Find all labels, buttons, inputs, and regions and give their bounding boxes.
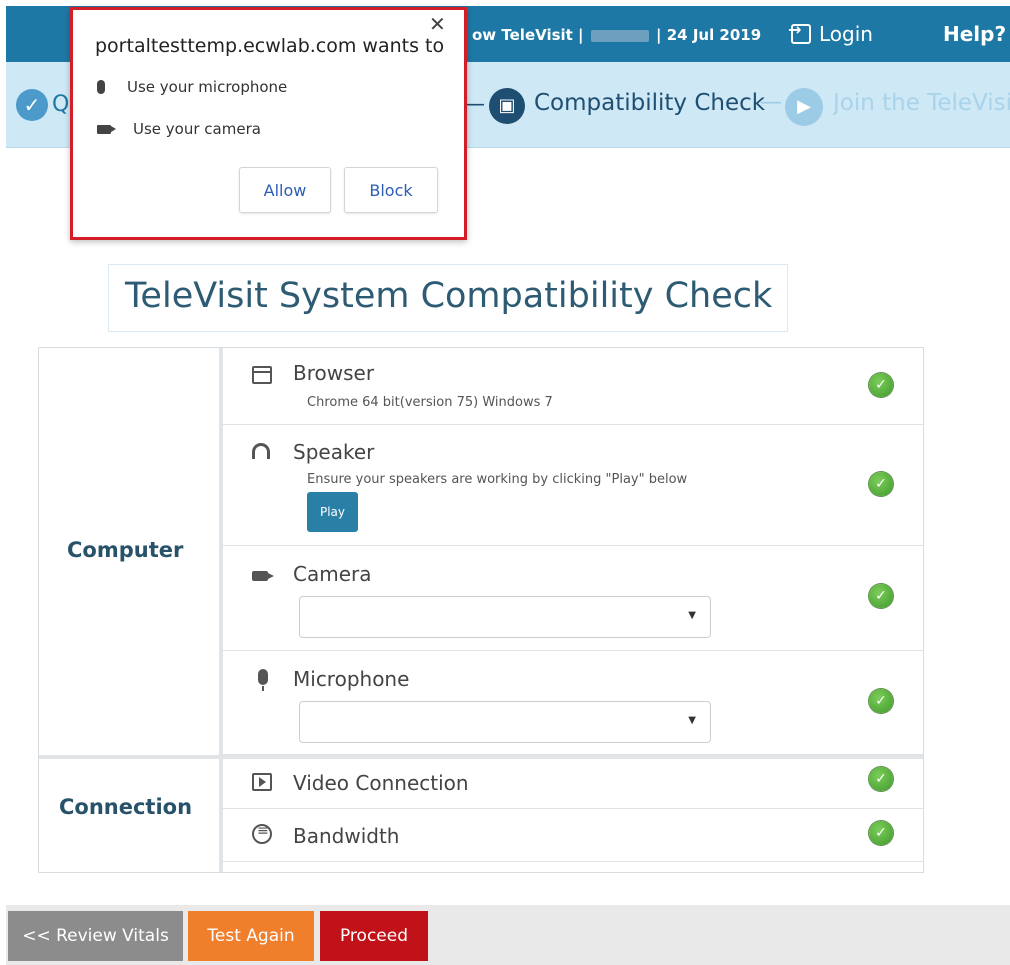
row-name: Microphone [293,667,410,691]
camera-select[interactable]: ▼ [299,596,711,638]
headphones-icon [241,443,270,465]
row-name: Video Connection [293,771,469,795]
permission-label: Use your microphone [127,78,288,96]
visit-date: | 24 Jul 2019 [656,26,762,44]
footer-bar: << Review Vitals Test Again Proceed [6,905,1010,965]
visit-info: ow TeleVisit | | 24 Jul 2019 [472,26,761,44]
login-label: Login [819,22,873,46]
play-button[interactable]: Play [307,492,358,532]
table-row-microphone: Microphone ▼ ✓ [223,651,923,755]
check-status-icon: ✓ [869,689,893,713]
microphone-select[interactable]: ▼ [299,701,711,743]
bandwidth-icon [241,823,272,846]
compatibility-icon: ▣ [489,88,525,124]
login-link[interactable]: Login [788,20,873,46]
row-name: Speaker [293,440,375,464]
visit-prefix: ow TeleVisit | [472,26,584,44]
popup-origin-text: portaltesttemp.ecwlab.com wants to [95,35,445,57]
permission-label: Use your camera [133,120,261,138]
page: ow TeleVisit | | 24 Jul 2019 Login Help?… [0,0,1010,965]
close-icon[interactable]: ✕ [429,12,446,36]
row-description: Ensure your speakers are working by clic… [307,472,688,487]
row-name: Camera [293,562,372,586]
video-chat-icon: ▶ [785,88,823,126]
compatibility-table: Computer Connection Browser Chrome 64 bi… [38,347,924,873]
test-again-button[interactable]: Test Again [188,911,314,961]
table-row-bandwidth: Bandwidth ✓ [223,809,923,862]
browser-icon [241,366,272,388]
step-join-label: Join the TeleVisit [833,90,1010,116]
check-circle-icon: ✓ [16,89,48,121]
camera-icon [97,124,116,134]
redacted-name [590,29,649,42]
check-status-icon: ✓ [869,821,893,845]
step-first-label: Q [52,92,70,117]
page-title: TeleVisit System Compatibility Check [125,276,773,316]
login-icon [788,20,811,44]
check-status-icon: ✓ [869,584,893,608]
row-name: Browser [293,361,375,385]
row-description: Chrome 64 bit(version 75) Windows 7 [307,395,553,410]
row-name: Bandwidth [293,824,400,848]
proceed-button[interactable]: Proceed [320,911,428,961]
check-status-icon: ✓ [869,373,893,397]
group-label-connection: Connection [59,795,193,819]
chevron-down-icon: ▼ [688,610,696,621]
block-button[interactable]: Block [344,167,438,213]
table-row-video-connection: Video Connection ✓ [223,759,923,809]
camera-icon [241,571,274,593]
check-status-icon: ✓ [869,767,893,791]
table-row-camera: Camera ▼ ✓ [223,546,923,651]
table-row-speaker: Speaker Ensure your speakers are working… [223,425,923,546]
table-row-browser: Browser Chrome 64 bit(version 75) Window… [223,348,923,425]
step-compatibility-label: Compatibility Check [534,90,766,116]
group-label-computer: Computer [67,538,184,562]
help-link[interactable]: Help? [943,22,1006,46]
microphone-icon [97,80,105,94]
permission-microphone: Use your microphone [97,78,287,96]
allow-button[interactable]: Allow [239,167,331,213]
microphone-icon [247,669,269,691]
chevron-down-icon: ▼ [688,715,696,726]
step-connector: — [760,90,782,115]
check-status-icon: ✓ [869,472,893,496]
permission-camera: Use your camera [97,120,261,138]
video-icon [241,773,272,795]
permission-popup: portaltesttemp.ecwlab.com wants to ✕ Use… [70,7,467,240]
review-vitals-button[interactable]: << Review Vitals [8,911,183,961]
